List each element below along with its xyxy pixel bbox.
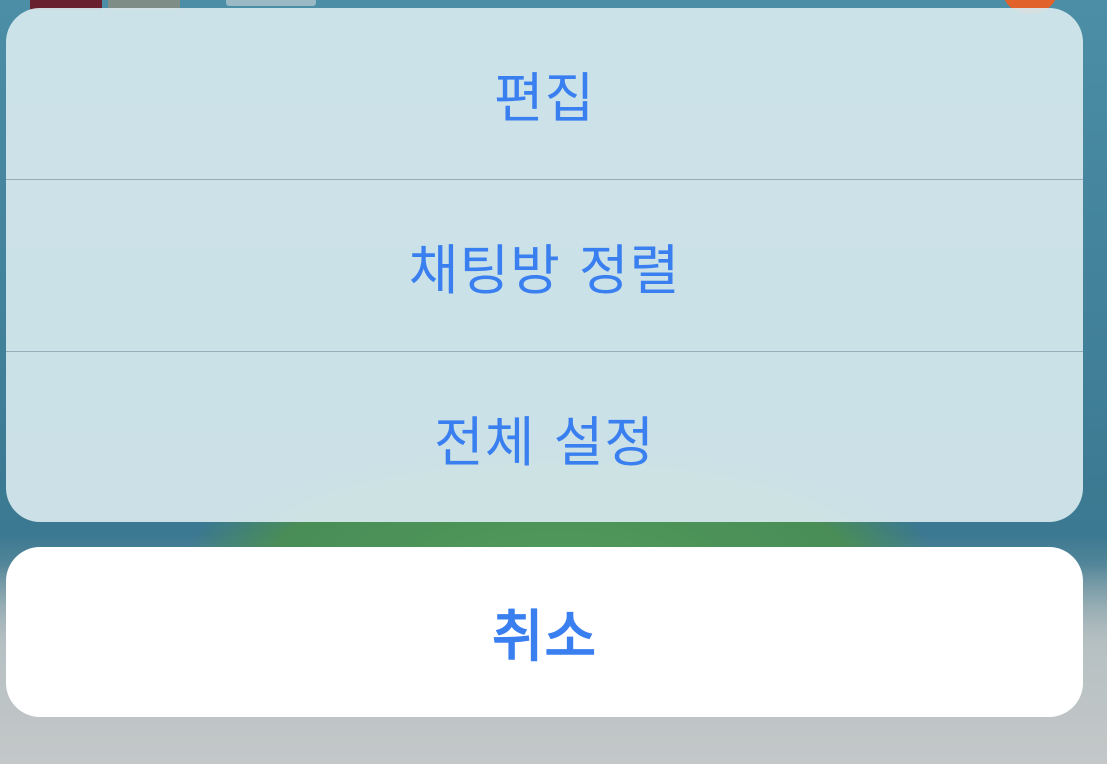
cancel-button[interactable]: 취소 bbox=[6, 547, 1083, 717]
sort-chats-option-button[interactable]: 채팅방 정렬 bbox=[6, 179, 1083, 351]
edit-option-label: 편집 bbox=[493, 67, 596, 130]
screen: 편집 채팅방 정렬 전체 설정 취소 bbox=[0, 0, 1107, 764]
cancel-label: 취소 bbox=[491, 604, 598, 670]
action-sheet-options: 편집 채팅방 정렬 전체 설정 bbox=[6, 8, 1083, 522]
all-settings-option-label: 전체 설정 bbox=[434, 411, 655, 474]
underlying-chat-preview-text bbox=[226, 0, 316, 6]
edit-option-button[interactable]: 편집 bbox=[6, 8, 1083, 179]
sort-chats-option-label: 채팅방 정렬 bbox=[408, 239, 681, 302]
all-settings-option-button[interactable]: 전체 설정 bbox=[6, 351, 1083, 522]
